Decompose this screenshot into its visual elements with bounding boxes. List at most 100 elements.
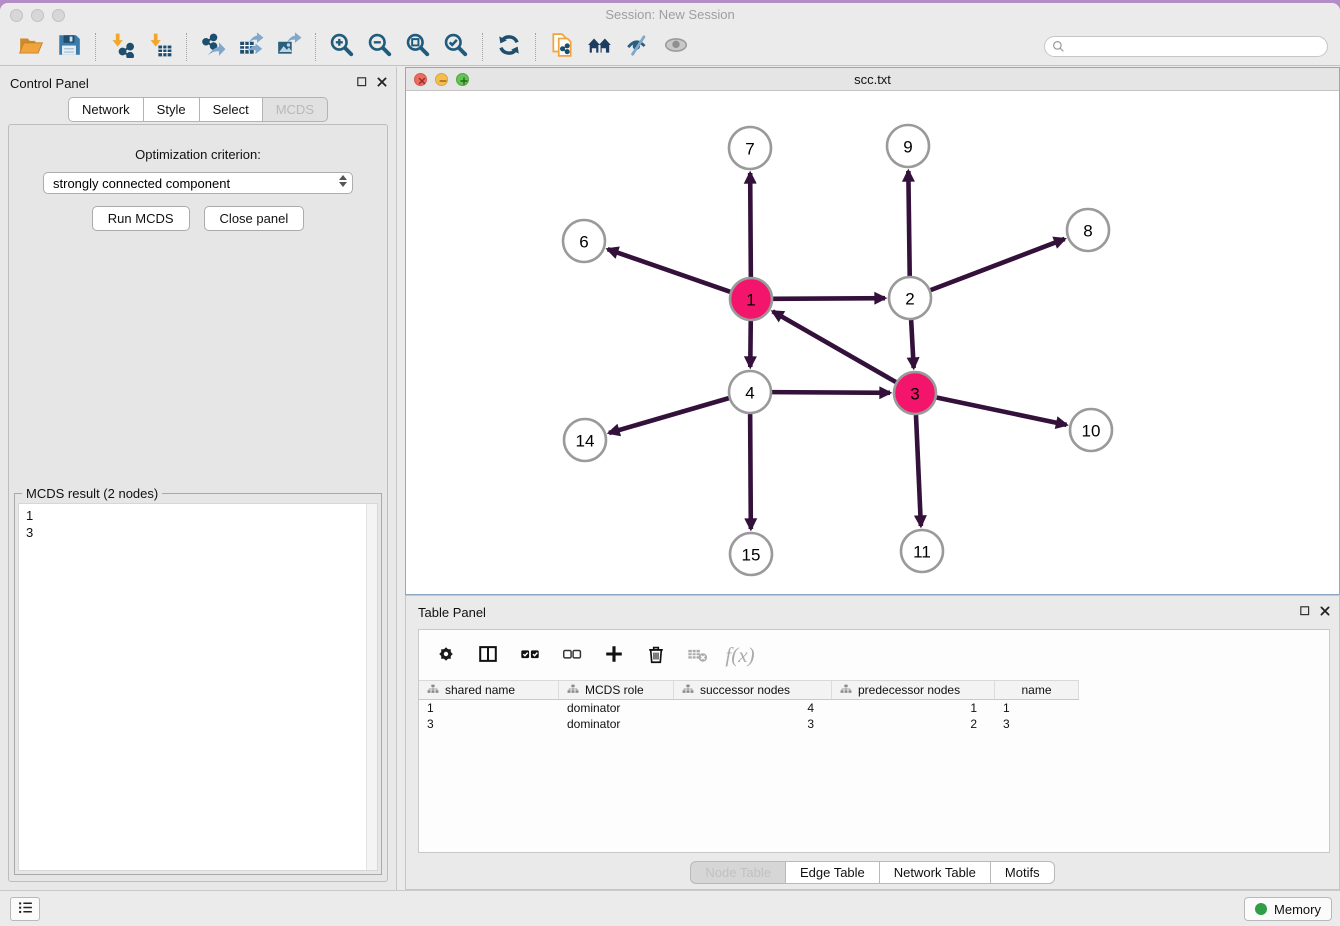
- search-input[interactable]: [1044, 36, 1328, 57]
- tab-edge-table[interactable]: Edge Table: [785, 861, 879, 884]
- graph-edge-3-10[interactable]: [937, 398, 1067, 425]
- zoom-selected-button[interactable]: [437, 31, 475, 63]
- node-table: shared nameMCDS rolesuccessor nodesprede…: [419, 680, 1329, 852]
- delete-row-button[interactable]: [639, 638, 673, 672]
- table-cell: 2: [832, 717, 995, 731]
- export-table-button[interactable]: [232, 31, 270, 63]
- float-panel-icon[interactable]: [355, 75, 368, 88]
- task-history-button[interactable]: [10, 897, 40, 921]
- select-all-button[interactable]: [513, 638, 547, 672]
- close-panel-icon[interactable]: [375, 75, 388, 88]
- network-view-window: scc.txt 7 9 6 8 1 2 4 3 14 10 15 11: [405, 67, 1340, 595]
- criterion-dropdown[interactable]: strongly connected component: [43, 172, 353, 194]
- graph-node-15[interactable]: 15: [730, 533, 772, 575]
- export-network-button[interactable]: [194, 31, 232, 63]
- graph-node-6[interactable]: 6: [563, 220, 605, 262]
- export-image-button[interactable]: [270, 31, 308, 63]
- graph-edge-2-8[interactable]: [931, 239, 1065, 290]
- home-button[interactable]: [581, 31, 619, 63]
- duplicate-network-button[interactable]: [543, 31, 581, 63]
- column-header-predecessor-nodes[interactable]: predecessor nodes: [832, 681, 995, 699]
- graph-edge-4-3[interactable]: [772, 392, 890, 393]
- node-table-container: f(x) shared nameMCDS rolesuccessor nodes…: [418, 629, 1330, 853]
- close-panel-button[interactable]: Close panel: [204, 206, 305, 231]
- tab-mcds[interactable]: MCDS: [262, 97, 328, 122]
- graph-node-8[interactable]: 8: [1067, 209, 1109, 251]
- tab-network[interactable]: Network: [68, 97, 143, 122]
- zoom-out-button[interactable]: [361, 31, 399, 63]
- graph-node-4[interactable]: 4: [729, 371, 771, 413]
- zoom-fit-button[interactable]: [399, 31, 437, 63]
- graph-node-11[interactable]: 11: [901, 530, 943, 572]
- graph-node-3[interactable]: 3: [894, 372, 936, 414]
- svg-text:6: 6: [579, 233, 588, 252]
- refresh-button[interactable]: [490, 31, 528, 63]
- graph-node-14[interactable]: 14: [564, 419, 606, 461]
- tab-motifs[interactable]: Motifs: [990, 861, 1055, 884]
- network-window-titlebar: scc.txt: [406, 68, 1339, 91]
- column-header-name[interactable]: name: [995, 681, 1079, 699]
- tab-network-table[interactable]: Network Table: [879, 861, 990, 884]
- zoom-in-icon: [329, 32, 355, 61]
- zoom-selected-icon: [443, 32, 469, 61]
- table-cell: dominator: [559, 701, 674, 715]
- deselect-all-icon: [561, 643, 583, 668]
- function-builder-icon: f(x): [725, 643, 754, 668]
- toolbar-separator: [482, 33, 483, 61]
- hide-panels-button[interactable]: [619, 31, 657, 63]
- svg-text:4: 4: [745, 384, 754, 403]
- graph-node-1[interactable]: 1: [730, 278, 772, 320]
- table-row[interactable]: 1dominator411: [419, 700, 1329, 716]
- deselect-all-button[interactable]: [555, 638, 589, 672]
- result-scrollbar[interactable]: [366, 504, 377, 870]
- table-cell: 1: [419, 701, 559, 715]
- column-header-successor-nodes[interactable]: successor nodes: [674, 681, 832, 699]
- session-title: Session: New Session: [0, 7, 1340, 22]
- graph-edge-2-9[interactable]: [908, 171, 909, 276]
- memory-button[interactable]: Memory: [1244, 897, 1332, 921]
- settings-button[interactable]: [429, 638, 463, 672]
- column-header-shared-name[interactable]: shared name: [419, 681, 559, 699]
- graph-node-7[interactable]: 7: [729, 127, 771, 169]
- graph-edge-4-15[interactable]: [750, 414, 751, 529]
- network-graph-canvas[interactable]: 7 9 6 8 1 2 4 3 14 10 15 11: [406, 91, 1339, 594]
- tab-style[interactable]: Style: [143, 97, 199, 122]
- save-session-button[interactable]: [50, 31, 88, 63]
- graph-edge-1-2[interactable]: [773, 298, 885, 299]
- import-table-button[interactable]: [141, 31, 179, 63]
- export-network-icon: [200, 32, 226, 61]
- control-panel-header: Control Panel: [0, 67, 396, 97]
- graph-node-10[interactable]: 10: [1070, 409, 1112, 451]
- table-row[interactable]: 3dominator323: [419, 716, 1329, 732]
- toolbar-separator: [95, 33, 96, 61]
- mcds-result-textarea[interactable]: 13: [18, 503, 378, 871]
- graph-edge-3-1[interactable]: [773, 311, 896, 382]
- graph-edge-1-7[interactable]: [750, 173, 751, 277]
- list-icon: [17, 899, 34, 919]
- graph-edge-3-11[interactable]: [916, 415, 921, 526]
- close-table-panel-icon[interactable]: [1318, 604, 1331, 617]
- tab-select[interactable]: Select: [199, 97, 262, 122]
- svg-text:3: 3: [910, 385, 919, 404]
- split-view-button[interactable]: [471, 638, 505, 672]
- graph-node-2[interactable]: 2: [889, 277, 931, 319]
- show-panels-icon: [663, 32, 689, 61]
- float-table-panel-icon[interactable]: [1298, 604, 1311, 617]
- tab-node-table[interactable]: Node Table: [690, 861, 785, 884]
- add-row-button[interactable]: [597, 638, 631, 672]
- control-panel-tabs: NetworkStyleSelectMCDS: [0, 97, 396, 122]
- toolbar-separator: [535, 33, 536, 61]
- refresh-icon: [496, 32, 522, 61]
- column-header-mcds-role[interactable]: MCDS role: [559, 681, 674, 699]
- open-file-icon: [18, 32, 44, 61]
- zoom-in-button[interactable]: [323, 31, 361, 63]
- delete-row-icon: [645, 643, 667, 668]
- open-file-button[interactable]: [12, 31, 50, 63]
- graph-edge-2-3[interactable]: [911, 320, 914, 368]
- run-mcds-button[interactable]: Run MCDS: [92, 206, 190, 231]
- graph-edge-4-14[interactable]: [609, 398, 729, 433]
- table-cell: 4: [674, 701, 832, 715]
- import-network-button[interactable]: [103, 31, 141, 63]
- graph-node-9[interactable]: 9: [887, 125, 929, 167]
- graph-edge-1-6[interactable]: [608, 249, 731, 292]
